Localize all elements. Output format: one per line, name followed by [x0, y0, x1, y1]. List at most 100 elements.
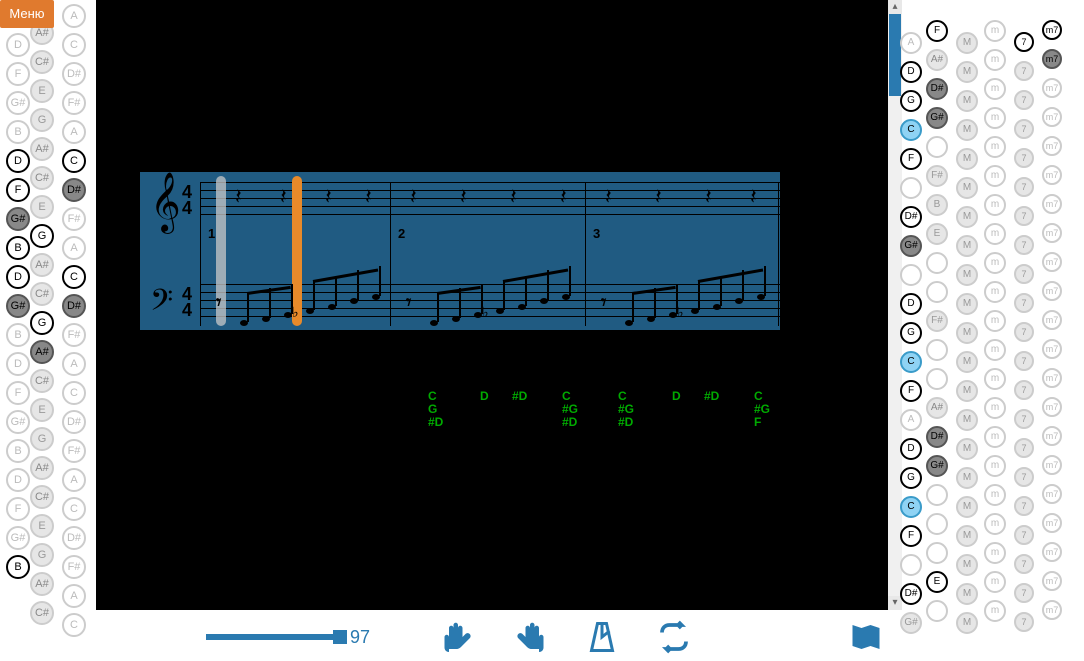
key-button[interactable]: F — [6, 178, 30, 202]
key-button[interactable]: A# — [30, 456, 54, 480]
key-button[interactable]: 7 — [1014, 351, 1034, 371]
key-button[interactable]: 7 — [1014, 554, 1034, 574]
key-button[interactable]: A# — [926, 397, 948, 419]
slider-thumb[interactable] — [333, 630, 347, 644]
key-button[interactable] — [926, 368, 948, 390]
key-button[interactable]: m — [984, 281, 1006, 303]
key-button[interactable]: 7 — [1014, 177, 1034, 197]
metronome-icon[interactable] — [584, 619, 620, 655]
key-button[interactable]: G# — [6, 207, 30, 231]
key-button[interactable]: F — [900, 380, 922, 402]
key-button[interactable]: B — [6, 555, 30, 579]
key-button[interactable]: M — [956, 32, 978, 54]
key-button[interactable]: A — [900, 409, 922, 431]
key-button[interactable]: m7 — [1042, 310, 1062, 330]
key-button[interactable] — [900, 177, 922, 199]
key-button[interactable]: A# — [30, 572, 54, 596]
key-button[interactable]: F# — [62, 91, 86, 115]
key-button[interactable]: m — [984, 252, 1006, 274]
key-button[interactable]: E — [30, 79, 54, 103]
key-button[interactable]: 7 — [1014, 525, 1034, 545]
key-button[interactable]: C — [62, 33, 86, 57]
key-button[interactable]: E — [30, 398, 54, 422]
key-button[interactable]: 7 — [1014, 438, 1034, 458]
key-button[interactable]: G# — [900, 235, 922, 257]
key-button[interactable]: A — [62, 352, 86, 376]
key-button[interactable]: m — [984, 542, 1006, 564]
key-button[interactable]: m7 — [1042, 339, 1062, 359]
key-button[interactable]: G — [900, 467, 922, 489]
key-button[interactable]: 7 — [1014, 380, 1034, 400]
key-button[interactable]: G# — [900, 612, 922, 634]
key-button[interactable]: C — [900, 119, 922, 141]
key-button[interactable]: m — [984, 600, 1006, 622]
key-button[interactable]: 7 — [1014, 148, 1034, 168]
key-button[interactable]: G — [30, 108, 54, 132]
key-button[interactable]: B — [926, 194, 948, 216]
key-button[interactable]: M — [956, 525, 978, 547]
hand-left-icon[interactable] — [440, 619, 476, 655]
key-button[interactable]: G# — [926, 455, 948, 477]
key-button[interactable]: B — [6, 439, 30, 463]
key-button[interactable]: m7 — [1042, 194, 1062, 214]
key-button[interactable]: G# — [6, 410, 30, 434]
key-button[interactable]: M — [956, 61, 978, 83]
key-button[interactable]: m7 — [1042, 513, 1062, 533]
key-button[interactable]: G# — [6, 526, 30, 550]
key-button[interactable]: C# — [30, 369, 54, 393]
key-button[interactable]: m7 — [1042, 281, 1062, 301]
key-button[interactable]: 7 — [1014, 32, 1034, 52]
key-button[interactable]: M — [956, 177, 978, 199]
key-button[interactable]: F# — [62, 555, 86, 579]
key-button[interactable]: F# — [62, 323, 86, 347]
key-button[interactable]: m7 — [1042, 484, 1062, 504]
key-button[interactable]: B — [6, 236, 30, 260]
key-button[interactable]: D# — [62, 526, 86, 550]
tempo-slider[interactable] — [206, 634, 340, 640]
key-button[interactable]: A# — [926, 49, 948, 71]
key-button[interactable]: 7 — [1014, 90, 1034, 110]
key-button[interactable]: m — [984, 513, 1006, 535]
menu-button[interactable]: Меню — [0, 0, 54, 28]
key-button[interactable] — [926, 513, 948, 535]
key-button[interactable]: G — [30, 543, 54, 567]
key-button[interactable] — [926, 600, 948, 622]
key-button[interactable]: A# — [30, 137, 54, 161]
key-button[interactable] — [926, 484, 948, 506]
key-button[interactable]: m7 — [1042, 455, 1062, 475]
key-button[interactable]: 7 — [1014, 119, 1034, 139]
key-button[interactable]: m — [984, 20, 1006, 42]
key-button[interactable]: D — [900, 61, 922, 83]
key-button[interactable]: m — [984, 339, 1006, 361]
key-button[interactable]: C — [62, 265, 86, 289]
key-button[interactable]: D# — [62, 294, 86, 318]
key-button[interactable]: M — [956, 322, 978, 344]
key-button[interactable]: M — [956, 293, 978, 315]
key-button[interactable]: m7 — [1042, 600, 1062, 620]
key-button[interactable]: m7 — [1042, 78, 1062, 98]
key-button[interactable] — [900, 554, 922, 576]
key-button[interactable]: F# — [62, 207, 86, 231]
key-button[interactable]: D# — [926, 78, 948, 100]
key-button[interactable]: G — [900, 322, 922, 344]
key-button[interactable]: B — [6, 323, 30, 347]
key-button[interactable]: m7 — [1042, 397, 1062, 417]
key-button[interactable]: M — [956, 90, 978, 112]
key-button[interactable]: A — [62, 120, 86, 144]
key-button[interactable]: m — [984, 223, 1006, 245]
key-button[interactable]: m7 — [1042, 165, 1062, 185]
key-button[interactable]: m — [984, 455, 1006, 477]
key-button[interactable] — [926, 252, 948, 274]
key-button[interactable]: 7 — [1014, 61, 1034, 81]
key-button[interactable]: F — [6, 381, 30, 405]
key-button[interactable]: m7 — [1042, 49, 1062, 69]
key-button[interactable]: m7 — [1042, 223, 1062, 243]
key-button[interactable] — [926, 542, 948, 564]
key-button[interactable]: 7 — [1014, 496, 1034, 516]
key-button[interactable]: C — [900, 496, 922, 518]
key-button[interactable]: C# — [30, 601, 54, 625]
key-button[interactable]: 7 — [1014, 322, 1034, 342]
key-button[interactable]: 7 — [1014, 264, 1034, 284]
key-button[interactable]: M — [956, 235, 978, 257]
key-button[interactable]: 7 — [1014, 612, 1034, 632]
